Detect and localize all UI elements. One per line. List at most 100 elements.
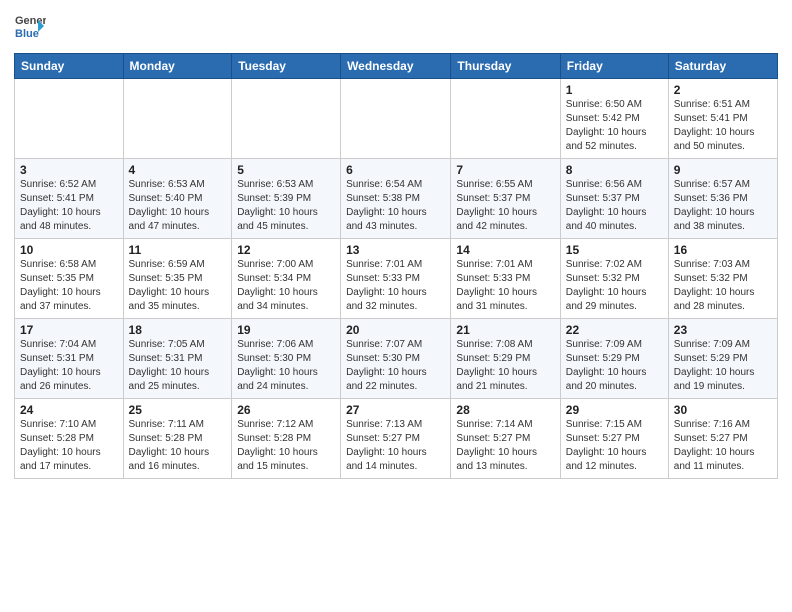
weekday-header-tuesday: Tuesday xyxy=(232,54,341,79)
calendar-cell: 3Sunrise: 6:52 AM Sunset: 5:41 PM Daylig… xyxy=(15,159,124,239)
day-number: 9 xyxy=(674,163,772,177)
day-info: Sunrise: 6:55 AM Sunset: 5:37 PM Dayligh… xyxy=(456,178,554,234)
calendar-cell: 29Sunrise: 7:15 AM Sunset: 5:27 PM Dayli… xyxy=(560,399,668,479)
calendar-cell: 13Sunrise: 7:01 AM Sunset: 5:33 PM Dayli… xyxy=(341,239,451,319)
calendar-week-3: 10Sunrise: 6:58 AM Sunset: 5:35 PM Dayli… xyxy=(15,239,778,319)
calendar-cell: 11Sunrise: 6:59 AM Sunset: 5:35 PM Dayli… xyxy=(123,239,232,319)
day-info: Sunrise: 7:01 AM Sunset: 5:33 PM Dayligh… xyxy=(456,258,554,314)
day-info: Sunrise: 7:06 AM Sunset: 5:30 PM Dayligh… xyxy=(237,338,335,394)
day-number: 25 xyxy=(129,403,227,417)
weekday-header-wednesday: Wednesday xyxy=(341,54,451,79)
day-info: Sunrise: 7:01 AM Sunset: 5:33 PM Dayligh… xyxy=(346,258,445,314)
day-info: Sunrise: 7:05 AM Sunset: 5:31 PM Dayligh… xyxy=(129,338,227,394)
day-info: Sunrise: 7:03 AM Sunset: 5:32 PM Dayligh… xyxy=(674,258,772,314)
day-number: 23 xyxy=(674,323,772,337)
calendar-cell: 19Sunrise: 7:06 AM Sunset: 5:30 PM Dayli… xyxy=(232,319,341,399)
day-number: 16 xyxy=(674,243,772,257)
day-info: Sunrise: 7:04 AM Sunset: 5:31 PM Dayligh… xyxy=(20,338,118,394)
calendar-cell xyxy=(232,79,341,159)
day-number: 18 xyxy=(129,323,227,337)
calendar-week-5: 24Sunrise: 7:10 AM Sunset: 5:28 PM Dayli… xyxy=(15,399,778,479)
calendar-cell xyxy=(123,79,232,159)
day-number: 11 xyxy=(129,243,227,257)
calendar-cell xyxy=(15,79,124,159)
calendar-cell: 9Sunrise: 6:57 AM Sunset: 5:36 PM Daylig… xyxy=(668,159,777,239)
day-number: 14 xyxy=(456,243,554,257)
logo-svg: General Blue xyxy=(14,10,46,42)
calendar-cell: 23Sunrise: 7:09 AM Sunset: 5:29 PM Dayli… xyxy=(668,319,777,399)
calendar-cell: 30Sunrise: 7:16 AM Sunset: 5:27 PM Dayli… xyxy=(668,399,777,479)
calendar-cell xyxy=(451,79,560,159)
day-number: 8 xyxy=(566,163,663,177)
day-number: 24 xyxy=(20,403,118,417)
day-number: 22 xyxy=(566,323,663,337)
calendar-cell: 26Sunrise: 7:12 AM Sunset: 5:28 PM Dayli… xyxy=(232,399,341,479)
day-number: 30 xyxy=(674,403,772,417)
day-info: Sunrise: 6:58 AM Sunset: 5:35 PM Dayligh… xyxy=(20,258,118,314)
calendar-cell: 20Sunrise: 7:07 AM Sunset: 5:30 PM Dayli… xyxy=(341,319,451,399)
weekday-header-friday: Friday xyxy=(560,54,668,79)
day-info: Sunrise: 7:08 AM Sunset: 5:29 PM Dayligh… xyxy=(456,338,554,394)
day-number: 20 xyxy=(346,323,445,337)
calendar-cell: 10Sunrise: 6:58 AM Sunset: 5:35 PM Dayli… xyxy=(15,239,124,319)
day-number: 29 xyxy=(566,403,663,417)
day-info: Sunrise: 6:51 AM Sunset: 5:41 PM Dayligh… xyxy=(674,98,772,154)
day-info: Sunrise: 7:14 AM Sunset: 5:27 PM Dayligh… xyxy=(456,418,554,474)
day-number: 4 xyxy=(129,163,227,177)
day-info: Sunrise: 6:54 AM Sunset: 5:38 PM Dayligh… xyxy=(346,178,445,234)
day-number: 21 xyxy=(456,323,554,337)
calendar-week-2: 3Sunrise: 6:52 AM Sunset: 5:41 PM Daylig… xyxy=(15,159,778,239)
calendar-cell: 14Sunrise: 7:01 AM Sunset: 5:33 PM Dayli… xyxy=(451,239,560,319)
calendar-cell: 22Sunrise: 7:09 AM Sunset: 5:29 PM Dayli… xyxy=(560,319,668,399)
page: General Blue SundayMondayTuesdayWednesda… xyxy=(0,0,792,612)
day-info: Sunrise: 7:12 AM Sunset: 5:28 PM Dayligh… xyxy=(237,418,335,474)
weekday-header-sunday: Sunday xyxy=(15,54,124,79)
day-number: 3 xyxy=(20,163,118,177)
day-info: Sunrise: 6:53 AM Sunset: 5:39 PM Dayligh… xyxy=(237,178,335,234)
day-info: Sunrise: 6:53 AM Sunset: 5:40 PM Dayligh… xyxy=(129,178,227,234)
day-number: 15 xyxy=(566,243,663,257)
weekday-header-saturday: Saturday xyxy=(668,54,777,79)
calendar-cell: 2Sunrise: 6:51 AM Sunset: 5:41 PM Daylig… xyxy=(668,79,777,159)
calendar-cell: 28Sunrise: 7:14 AM Sunset: 5:27 PM Dayli… xyxy=(451,399,560,479)
calendar-week-1: 1Sunrise: 6:50 AM Sunset: 5:42 PM Daylig… xyxy=(15,79,778,159)
day-number: 6 xyxy=(346,163,445,177)
day-info: Sunrise: 7:11 AM Sunset: 5:28 PM Dayligh… xyxy=(129,418,227,474)
day-number: 2 xyxy=(674,83,772,97)
calendar-cell: 8Sunrise: 6:56 AM Sunset: 5:37 PM Daylig… xyxy=(560,159,668,239)
day-info: Sunrise: 7:02 AM Sunset: 5:32 PM Dayligh… xyxy=(566,258,663,314)
weekday-header-thursday: Thursday xyxy=(451,54,560,79)
day-info: Sunrise: 7:07 AM Sunset: 5:30 PM Dayligh… xyxy=(346,338,445,394)
calendar-cell: 18Sunrise: 7:05 AM Sunset: 5:31 PM Dayli… xyxy=(123,319,232,399)
calendar-cell: 25Sunrise: 7:11 AM Sunset: 5:28 PM Dayli… xyxy=(123,399,232,479)
day-number: 17 xyxy=(20,323,118,337)
day-info: Sunrise: 7:09 AM Sunset: 5:29 PM Dayligh… xyxy=(674,338,772,394)
weekday-header-row: SundayMondayTuesdayWednesdayThursdayFrid… xyxy=(15,54,778,79)
calendar-cell: 4Sunrise: 6:53 AM Sunset: 5:40 PM Daylig… xyxy=(123,159,232,239)
day-number: 1 xyxy=(566,83,663,97)
day-info: Sunrise: 6:59 AM Sunset: 5:35 PM Dayligh… xyxy=(129,258,227,314)
day-info: Sunrise: 7:13 AM Sunset: 5:27 PM Dayligh… xyxy=(346,418,445,474)
day-info: Sunrise: 6:56 AM Sunset: 5:37 PM Dayligh… xyxy=(566,178,663,234)
calendar-week-4: 17Sunrise: 7:04 AM Sunset: 5:31 PM Dayli… xyxy=(15,319,778,399)
calendar-cell: 27Sunrise: 7:13 AM Sunset: 5:27 PM Dayli… xyxy=(341,399,451,479)
calendar-cell: 16Sunrise: 7:03 AM Sunset: 5:32 PM Dayli… xyxy=(668,239,777,319)
day-number: 10 xyxy=(20,243,118,257)
day-info: Sunrise: 6:57 AM Sunset: 5:36 PM Dayligh… xyxy=(674,178,772,234)
day-number: 26 xyxy=(237,403,335,417)
day-info: Sunrise: 6:52 AM Sunset: 5:41 PM Dayligh… xyxy=(20,178,118,234)
day-number: 27 xyxy=(346,403,445,417)
calendar-cell: 21Sunrise: 7:08 AM Sunset: 5:29 PM Dayli… xyxy=(451,319,560,399)
day-info: Sunrise: 7:10 AM Sunset: 5:28 PM Dayligh… xyxy=(20,418,118,474)
day-info: Sunrise: 7:16 AM Sunset: 5:27 PM Dayligh… xyxy=(674,418,772,474)
day-info: Sunrise: 7:09 AM Sunset: 5:29 PM Dayligh… xyxy=(566,338,663,394)
calendar-cell: 6Sunrise: 6:54 AM Sunset: 5:38 PM Daylig… xyxy=(341,159,451,239)
day-number: 19 xyxy=(237,323,335,337)
weekday-header-monday: Monday xyxy=(123,54,232,79)
day-info: Sunrise: 7:00 AM Sunset: 5:34 PM Dayligh… xyxy=(237,258,335,314)
day-info: Sunrise: 7:15 AM Sunset: 5:27 PM Dayligh… xyxy=(566,418,663,474)
calendar-cell: 15Sunrise: 7:02 AM Sunset: 5:32 PM Dayli… xyxy=(560,239,668,319)
day-number: 28 xyxy=(456,403,554,417)
day-number: 7 xyxy=(456,163,554,177)
logo: General Blue xyxy=(14,10,48,47)
